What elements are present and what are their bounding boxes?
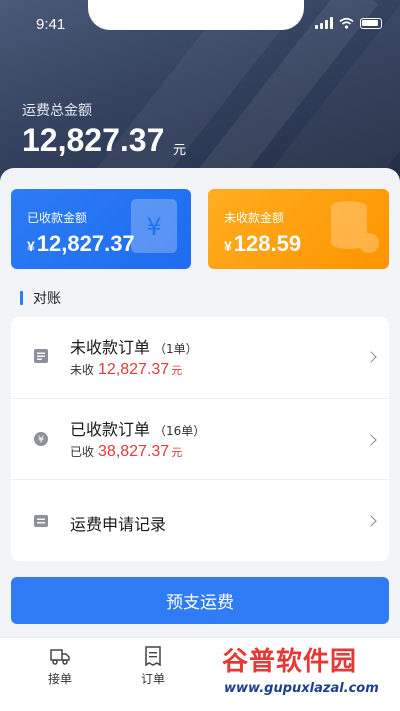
watermark-title: 谷普软件园 bbox=[222, 647, 358, 677]
site-watermark: 谷普软件园 www.gupuxlazal.com bbox=[218, 641, 398, 707]
main-content: 已收款金额 ¥12,827.37 ¥ 未收款金额 ¥128.59 对账 未收款订… bbox=[0, 168, 400, 636]
currency-symbol: ¥ bbox=[27, 238, 35, 254]
list-item-subtitle: 已收 38,827.37 元 bbox=[70, 443, 182, 461]
tab-label: 接单 bbox=[47, 672, 72, 686]
truck-icon bbox=[50, 649, 70, 665]
system-icons bbox=[315, 17, 382, 29]
list-item-title: 运费申请记录 bbox=[70, 515, 167, 534]
unreceived-amount-card[interactable]: 未收款金额 ¥128.59 bbox=[208, 189, 389, 269]
yen-coin-icon: ¥ bbox=[34, 432, 48, 446]
chevron-right-icon bbox=[365, 351, 377, 363]
amount-unit: 元 bbox=[171, 364, 183, 377]
received-amount-card[interactable]: 已收款金额 ¥12,827.37 ¥ bbox=[11, 189, 191, 269]
list-item-received-orders[interactable]: ¥ 已收款订单 （16单） 已收 38,827.37 元 bbox=[11, 398, 389, 479]
battery-icon bbox=[360, 18, 382, 29]
section-accent-bar bbox=[20, 291, 23, 305]
receipt-icon bbox=[145, 646, 161, 666]
received-amount-label: 已收款金额 bbox=[27, 211, 88, 225]
total-freight-label: 运费总金额 bbox=[22, 103, 92, 119]
amount-unit: 元 bbox=[171, 446, 183, 459]
list-item-unreceived-orders[interactable]: 未收款订单 （1单） 未收 12,827.37 元 bbox=[11, 317, 389, 398]
section-title-reconcile: 对账 bbox=[20, 288, 61, 308]
tab-orders[interactable]: 订单 bbox=[123, 646, 183, 687]
list-item-title-text: 已收款订单 bbox=[70, 420, 151, 439]
unreceived-amount-label: 未收款金额 bbox=[224, 211, 285, 225]
currency-symbol: ¥ bbox=[224, 238, 232, 254]
receipt-yen-icon: ¥ bbox=[131, 199, 177, 253]
list-item-title: 未收款订单 （1单） bbox=[70, 334, 198, 358]
list-item-subtitle: 未收 12,827.37 元 bbox=[70, 361, 182, 379]
total-freight-unit: 元 bbox=[173, 143, 187, 158]
chevron-right-icon bbox=[365, 434, 377, 446]
order-count: （1单） bbox=[154, 342, 198, 356]
status-time: 9:41 bbox=[36, 16, 66, 33]
header-banner: 9:41 运费总金额 12,827.37 元 bbox=[0, 0, 400, 185]
order-amount: 38,827.37 bbox=[98, 443, 170, 460]
section-title-text: 对账 bbox=[33, 291, 61, 307]
document-icon bbox=[34, 349, 48, 363]
amount-status-label: 已收 bbox=[70, 445, 95, 459]
unreceived-amount-number: 128.59 bbox=[233, 231, 302, 256]
watermark-url: www.gupuxlazal.com bbox=[224, 681, 379, 696]
svg-text:¥: ¥ bbox=[146, 213, 161, 241]
received-amount-number: 12,827.37 bbox=[36, 231, 135, 256]
list-item-freight-requests[interactable]: 运费申请记录 bbox=[11, 479, 389, 560]
reconcile-list: 未收款订单 （1单） 未收 12,827.37 元 ¥ 已收款订单 （16单） 已收 38… bbox=[11, 317, 389, 561]
list-item-title-text: 未收款订单 bbox=[70, 338, 151, 357]
record-list-icon bbox=[34, 515, 48, 527]
order-count: （16单） bbox=[154, 424, 206, 438]
svg-text:¥: ¥ bbox=[38, 435, 44, 446]
status-bar: 9:41 bbox=[0, 0, 400, 52]
total-freight-amount: 12,827.37 bbox=[22, 122, 165, 158]
prepay-freight-button[interactable]: 预支运费 bbox=[11, 577, 389, 624]
signal-icon bbox=[315, 17, 333, 29]
chevron-right-icon bbox=[365, 515, 377, 527]
unreceived-amount-value: ¥128.59 bbox=[224, 231, 301, 257]
order-amount: 12,827.37 bbox=[98, 361, 170, 378]
tab-label: 订单 bbox=[140, 672, 165, 686]
amount-status-label: 未收 bbox=[70, 363, 95, 377]
wifi-icon bbox=[339, 17, 354, 29]
device-notch bbox=[88, 0, 304, 30]
tab-accept-orders[interactable]: 接单 bbox=[30, 646, 90, 687]
list-item-title: 已收款订单 （16单） bbox=[70, 416, 205, 440]
coins-clock-icon bbox=[331, 201, 379, 253]
received-amount-value: ¥12,827.37 bbox=[27, 231, 135, 257]
